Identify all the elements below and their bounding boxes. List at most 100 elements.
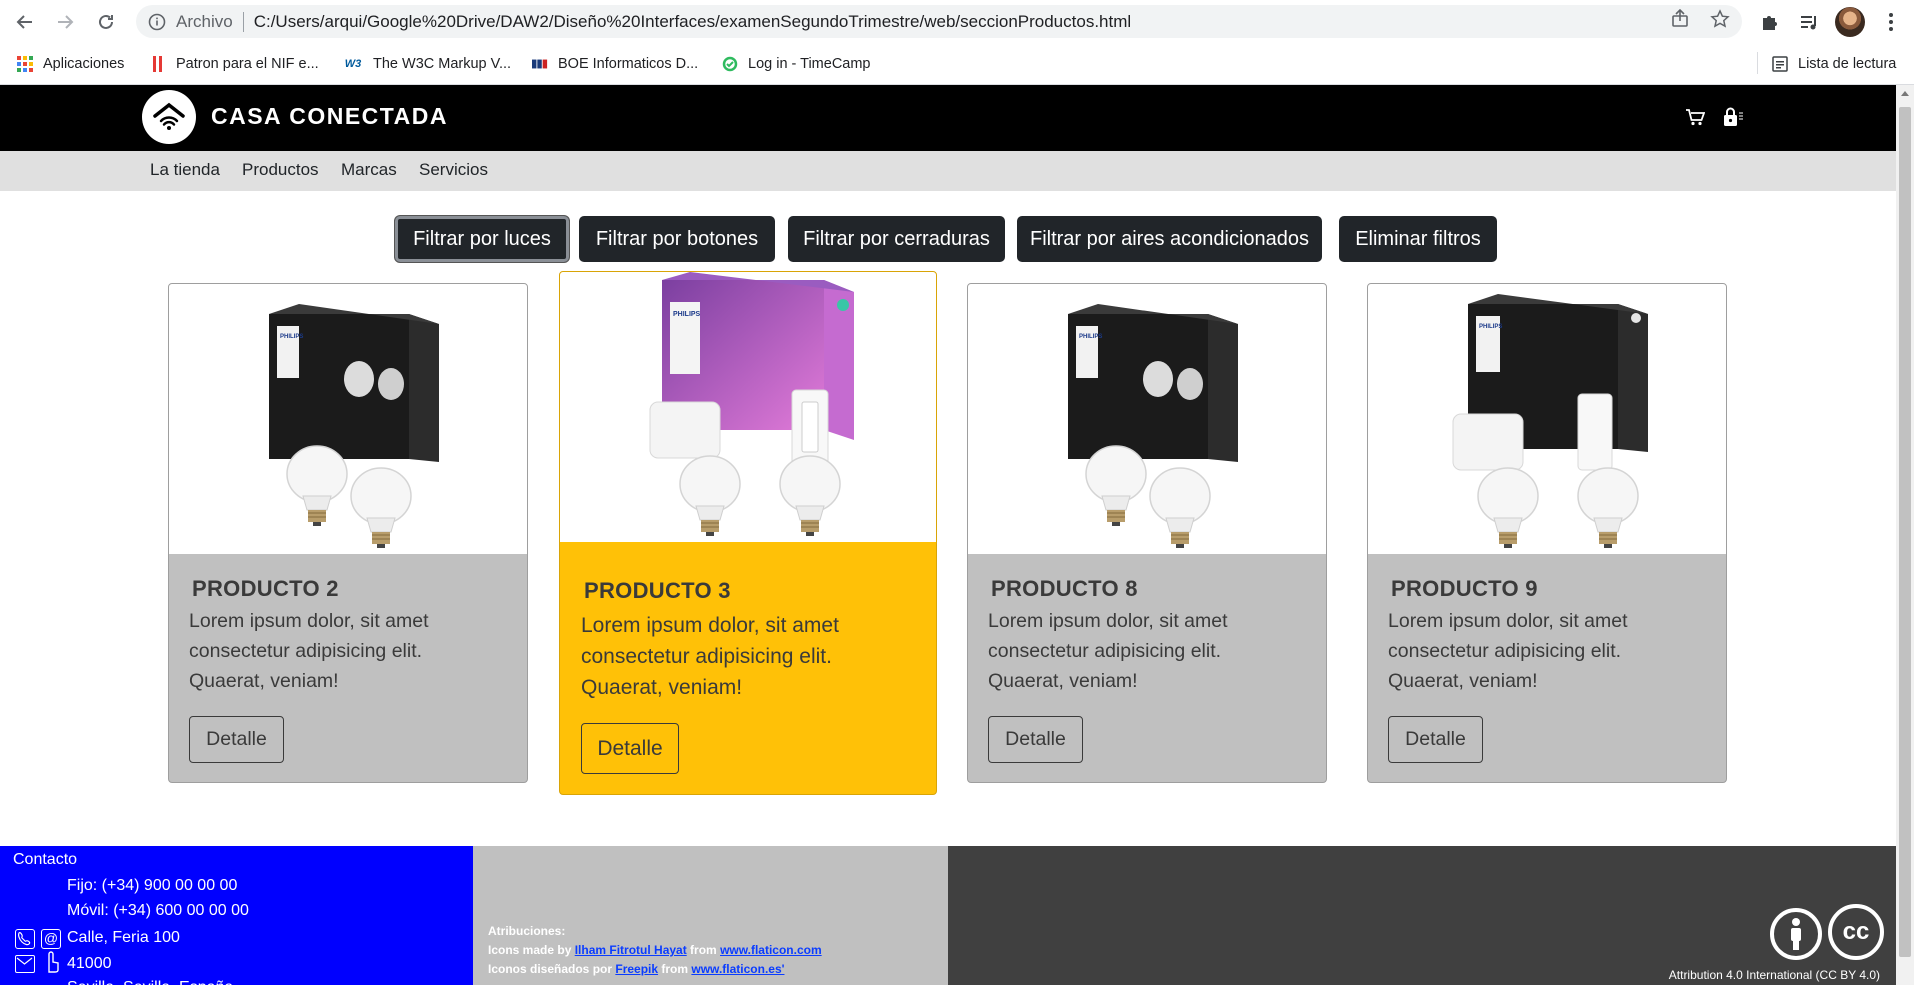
detail-button[interactable]: Detalle [988,716,1083,763]
product-title: PRODUCTO 9 [1391,576,1538,601]
extensions-puzzle-icon[interactable] [1758,10,1782,34]
product-description-line: Quaerat, veniam! [581,676,743,699]
footer-contact: Contacto Fijo: (+34) 900 00 00 00 Móvil:… [0,846,473,996]
detail-button[interactable]: Detalle [581,723,679,774]
remove-filters-button[interactable]: Eliminar filtros [1339,216,1497,262]
bookmarks-divider [1757,52,1758,74]
apps-grid-icon [17,56,33,72]
page-scrollbar[interactable] [1896,85,1914,985]
contact-phone-mobile: Móvil: (+34) 600 00 00 00 [67,902,249,919]
attribution-author-link[interactable]: Ilham Fitrotul Hayat [575,943,687,957]
product-description-line: consectetur adipisicing elit. [988,640,1222,662]
attribution-text: from [686,943,721,957]
main-navigation: La tienda Productos Marcas Servicios [0,151,1896,191]
product-description-line: Lorem ipsum dolor, sit amet [189,610,429,632]
address-scheme-label: Archivo [176,11,233,31]
bookmark-red-icon [150,56,166,72]
filter-botones-button[interactable]: Filtrar por botones [579,216,775,262]
svg-text:PHILIPS: PHILIPS [1479,324,1502,330]
reload-icon [99,14,113,29]
site-info-icon[interactable] [148,13,166,31]
contact-city: Sevilla, Sevilla, España [67,979,234,996]
cc-attribution-icon[interactable] [1770,908,1822,960]
hand-pointer-icon [42,948,62,974]
contact-phone-fixed: Fijo: (+34) 900 00 00 00 [67,877,238,894]
contact-postcode: 41000 [67,955,112,972]
bookmarks-bar: Aplicaciones Patron para el NIF e... W3 … [0,43,1914,85]
bookmark-w3c[interactable]: W3 The W3C Markup V... [343,52,511,76]
creative-commons-icon[interactable]: cc [1828,904,1884,960]
product-description-line: Quaerat, veniam! [988,670,1138,692]
product-card: PHILIPS PRODUCTO 2 Lorem ipsum dolor, si… [168,283,528,783]
nav-servicios[interactable]: Servicios [419,160,488,180]
smart-home-icon [153,102,185,130]
product-image[interactable]: PHILIPS [560,272,936,542]
product-card: PHILIPS PRODUCTO 9 Lorem ipsum dolor, si… [1367,283,1727,783]
product-description-line: Quaerat, veniam! [1388,670,1538,692]
bookmark-timecamp[interactable]: Log in - TimeCamp [722,52,871,76]
product-title: PRODUCTO 8 [991,576,1138,601]
cart-icon[interactable] [1683,105,1707,129]
attribution-author-link[interactable]: Freepik [615,962,658,976]
product-image[interactable]: PHILIPS [968,284,1326,554]
bookmark-patron-nif[interactable]: Patron para el NIF e... [150,52,319,76]
bookmark-label: Log in - TimeCamp [748,56,871,72]
share-icon[interactable] [1669,8,1691,30]
product-description-line: Lorem ipsum dolor, sit amet [581,614,839,637]
product-description-line: Quaerat, veniam! [189,670,339,692]
bookmark-star-icon[interactable] [1709,8,1731,30]
bookmark-boe[interactable]: BOE Informaticos D... [532,52,698,76]
svg-text:PHILIPS: PHILIPS [1079,334,1102,340]
contact-title: Contacto [13,851,78,868]
filter-aires-button[interactable]: Filtrar por aires acondicionados [1017,216,1322,262]
product-card-featured: PHILIPS PRODUCTO 3 Lorem ipsum dolor, si… [559,271,937,795]
mail-envelope-icon[interactable] [15,955,35,973]
reading-list-label: Lista de lectura [1798,56,1897,72]
scrollbar-thumb[interactable] [1899,107,1911,957]
brand-name[interactable]: CASA CONECTADA [211,103,448,130]
filter-cerraduras-button[interactable]: Filtrar por cerraduras [788,216,1005,262]
address-bar[interactable]: Archivo C:/Users/arqui/Google%20Drive/DA… [136,5,1742,38]
attribution-site-link[interactable]: www.flaticon.com [720,943,822,957]
filter-luces-button[interactable]: Filtrar por luces [395,216,569,262]
login-lock-icon[interactable] [1721,105,1745,129]
product-image[interactable]: PHILIPS [1368,284,1726,554]
detail-button[interactable]: Detalle [189,716,284,763]
footer-attributions: Atribuciones: Icons made by Ilham Fitrot… [473,846,948,985]
product-description-line: consectetur adipisicing elit. [189,640,423,662]
nav-productos[interactable]: Productos [242,160,319,180]
attribution-text: Icons made by [488,943,575,957]
reading-list-media-icon[interactable] [1797,10,1821,34]
back-arrow-icon [16,15,32,29]
attribution-site-link[interactable]: www.flaticon.es' [691,962,784,976]
bookmark-label: BOE Informaticos D... [558,56,699,72]
logo[interactable] [142,90,196,144]
product-image[interactable]: PHILIPS [169,284,527,554]
forward-button[interactable] [51,8,79,36]
address-url[interactable]: C:/Users/arqui/Google%20Drive/DAW2/Diseñ… [254,12,1131,32]
bookmark-apps[interactable]: Aplicaciones [17,52,124,76]
reload-button[interactable] [92,8,120,36]
nav-la-tienda[interactable]: La tienda [150,160,220,180]
profile-avatar[interactable] [1835,7,1865,37]
footer-license: cc Attribution 4.0 International (CC BY … [948,846,1896,985]
reading-list-button[interactable]: Lista de lectura [1772,52,1896,76]
contact-address: Calle, Feria 100 [67,929,180,946]
boe-icon [532,56,548,72]
back-button[interactable] [11,8,39,36]
attribution-text: Iconos diseñados por [488,962,616,976]
phone-contact-icon[interactable] [15,929,35,949]
license-label[interactable]: Attribution 4.0 International (CC BY 4.0… [1669,968,1880,982]
email-at-icon[interactable]: @ [41,929,61,949]
scroll-up-icon[interactable] [1901,91,1909,96]
product-description-line: Lorem ipsum dolor, sit amet [988,610,1228,632]
svg-text:PHILIPS: PHILIPS [673,311,701,318]
w3c-icon: W3 [344,58,362,70]
attribution-text: from [658,962,692,976]
svg-text:PHILIPS: PHILIPS [280,334,303,340]
forward-arrow-icon [58,15,74,29]
product-description-line: consectetur adipisicing elit. [1388,640,1622,662]
nav-marcas[interactable]: Marcas [341,160,397,180]
chrome-menu-icon[interactable] [1879,10,1903,34]
detail-button[interactable]: Detalle [1388,716,1483,763]
